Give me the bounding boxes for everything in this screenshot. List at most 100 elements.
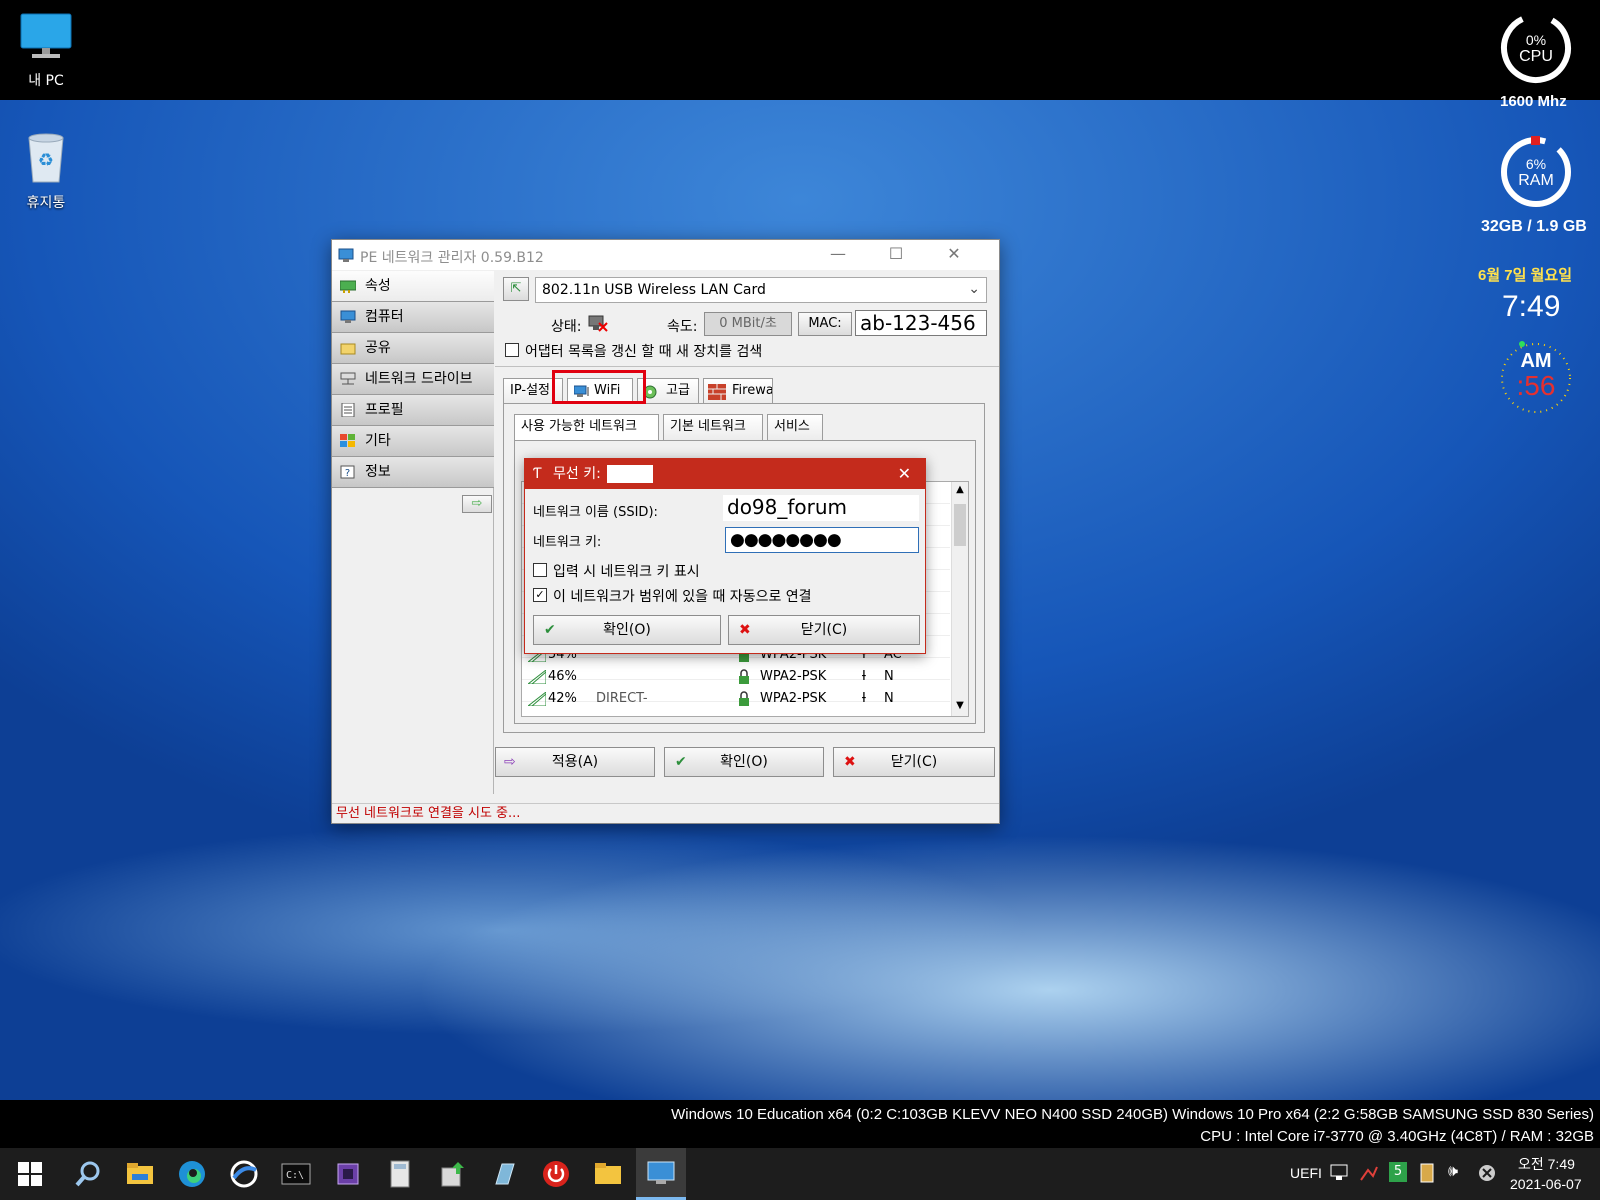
subtab-preferred-networks[interactable]: 기본 네트워크: [663, 414, 763, 440]
apply-label: 적용(A): [551, 754, 599, 770]
close-button[interactable]: ✖ 닫기(C): [833, 747, 995, 777]
status-bar-text: 무선 네트워크로 연결을 시도 중...: [332, 803, 999, 823]
refresh-new-devices-checkbox[interactable]: [505, 343, 519, 357]
wifi-tab-highlight: [552, 370, 646, 404]
taskbar-clock-date[interactable]: 2021-06-07: [1510, 1176, 1582, 1192]
ssid-label: 네트워크 이름 (SSID):: [533, 505, 658, 520]
dialog-titlebar[interactable]: Ƭ 무선 키: ✕: [525, 459, 925, 489]
adapter-select[interactable]: 802.11n USB Wireless LAN Card ⌄: [535, 277, 987, 303]
chevron-down-icon: ⌄: [968, 281, 980, 297]
scroll-down-arrow-icon[interactable]: ▼: [952, 700, 968, 711]
install-package-icon[interactable]: [436, 1158, 468, 1190]
dialog-close-button[interactable]: ✖ 닫기(C): [728, 615, 920, 645]
network-row[interactable]: 46% WPA2-PSK Ɨ N: [522, 666, 952, 688]
tab-firewall[interactable]: Firewa: [703, 378, 773, 404]
adapter-selected-value: 802.11n USB Wireless LAN Card: [542, 282, 766, 298]
tab-advanced[interactable]: 고급: [637, 378, 699, 404]
subtab-services[interactable]: 서비스: [767, 414, 823, 440]
nav-item-computer[interactable]: 컴퓨터: [332, 302, 494, 333]
network-row[interactable]: 42% DIRECT- WPA2-PSK Ɨ N: [522, 688, 952, 710]
cpu-chip-icon[interactable]: [332, 1158, 364, 1190]
document-tool-icon[interactable]: [488, 1158, 520, 1190]
dialog-title: 무선 키:: [553, 466, 601, 482]
ram-gauge: 6% RAM: [1498, 134, 1574, 210]
ram-percent: 6%: [1525, 156, 1547, 172]
nav-item-share[interactable]: 공유: [332, 333, 494, 364]
svg-text:♻: ♻: [38, 150, 54, 171]
cpu-frequency: 1600 Mhz: [1500, 93, 1567, 110]
network-ssid: DIRECT-: [596, 691, 648, 706]
lock-icon: [739, 691, 749, 706]
lock-icon: [739, 669, 749, 684]
dialog-ok-label: 확인(O): [603, 622, 651, 638]
nav-item-properties[interactable]: 속성: [332, 271, 494, 302]
network-swirl-icon[interactable]: [228, 1158, 260, 1190]
signal-strength-icon: [528, 692, 546, 706]
uefi-label: UEFI: [1290, 1165, 1322, 1181]
antenna-icon: Ƭ: [533, 466, 542, 482]
ok-button[interactable]: ✔ 확인(O): [664, 747, 824, 777]
disconnected-network-icon: [588, 315, 608, 332]
dialog-ok-button[interactable]: ✔ 확인(O): [533, 615, 721, 645]
scroll-up-arrow-icon[interactable]: ▲: [952, 484, 968, 495]
command-prompt-icon[interactable]: C:\: [280, 1158, 312, 1190]
search-icon[interactable]: [72, 1158, 104, 1190]
checkmark-icon: ✔: [675, 754, 687, 770]
nav-label: 기타: [365, 433, 391, 449]
maximize-button[interactable]: ☐: [873, 240, 919, 270]
taskbar: C:\ UEFI 5 🕪 오전 7:49 2021-06-07: [0, 1148, 1600, 1200]
ok-label: 확인(O): [720, 754, 768, 770]
folder-icon[interactable]: [592, 1158, 624, 1190]
collapse-nav-button[interactable]: ⇨: [462, 495, 492, 513]
wireless-key-dialog: Ƭ 무선 키: ✕ 네트워크 이름 (SSID): do98_forum 네트워…: [524, 458, 926, 654]
subtab-available-networks[interactable]: 사용 가능한 네트워크: [514, 414, 659, 440]
minimize-button[interactable]: —: [815, 240, 861, 270]
refresh-adapters-button[interactable]: ⇱: [503, 277, 529, 301]
show-key-checkbox[interactable]: [533, 563, 547, 577]
volume-icon[interactable]: 🕪: [1448, 1163, 1458, 1181]
auto-connect-checkbox[interactable]: ✓: [533, 588, 547, 602]
redacted-block: [607, 465, 654, 483]
taskbar-clock-time[interactable]: 오전 7:49: [1518, 1154, 1575, 1174]
desktop-icon-label: 내 PC: [28, 73, 64, 89]
tab-label: IP-설정: [510, 383, 550, 398]
close-label: 닫기(C): [890, 754, 938, 770]
scrollbar-thumb[interactable]: [954, 504, 966, 546]
network-card-icon: [340, 280, 356, 293]
tray-badge[interactable]: 5: [1389, 1162, 1407, 1182]
calculator-icon[interactable]: [384, 1158, 416, 1190]
file-explorer-icon[interactable]: [124, 1158, 156, 1190]
ssid-field[interactable]: do98_forum: [723, 495, 919, 521]
help-info-icon: ?: [340, 465, 355, 479]
active-app-highlight[interactable]: [636, 1148, 686, 1200]
nav-label: 네트워크 드라이브: [365, 371, 473, 387]
subtab-label: 사용 가능한 네트워크: [521, 419, 637, 434]
windows-start-icon[interactable]: [14, 1158, 46, 1190]
mac-value: ab-123-456: [855, 310, 987, 336]
nav-item-network-drive[interactable]: 네트워크 드라이브: [332, 364, 494, 395]
power-icon[interactable]: [540, 1158, 572, 1190]
dialog-close-label: 닫기(C): [800, 622, 848, 638]
close-dialog-icon[interactable]: ✕: [898, 459, 911, 489]
apply-button[interactable]: ⇨ 적용(A): [495, 747, 655, 777]
usb-drive-icon[interactable]: [1418, 1162, 1436, 1184]
desktop-icon-this-pc[interactable]: 내 PC: [6, 12, 86, 90]
nav-item-info[interactable]: ? 정보: [332, 457, 494, 488]
close-circle-icon[interactable]: [1478, 1164, 1496, 1182]
network-key-input[interactable]: ●●●●●●●●: [725, 527, 919, 553]
edge-browser-icon[interactable]: [176, 1158, 208, 1190]
network-status-icon[interactable]: [1330, 1164, 1350, 1182]
network-list-scrollbar[interactable]: ▲ ▼: [951, 482, 968, 716]
window-titlebar[interactable]: PE 네트워크 관리자 0.59.B12 — ☐ ✕: [332, 240, 999, 270]
network-signal: 42%: [548, 691, 577, 706]
chart-tray-icon[interactable]: [1360, 1164, 1378, 1182]
desktop-icon-label: 휴지통: [26, 195, 66, 211]
desktop-icon-recycle-bin[interactable]: ♻ 휴지통: [6, 132, 86, 212]
nav-label: 정보: [365, 464, 391, 480]
network-key-label: 네트워크 키:: [533, 535, 602, 550]
nav-item-other[interactable]: 기타: [332, 426, 494, 457]
close-window-button[interactable]: ✕: [931, 240, 977, 270]
nav-label: 공유: [365, 340, 391, 356]
date-widget: 6월 7일 월요일: [1478, 267, 1573, 284]
nav-item-profile[interactable]: 프로필: [332, 395, 494, 426]
